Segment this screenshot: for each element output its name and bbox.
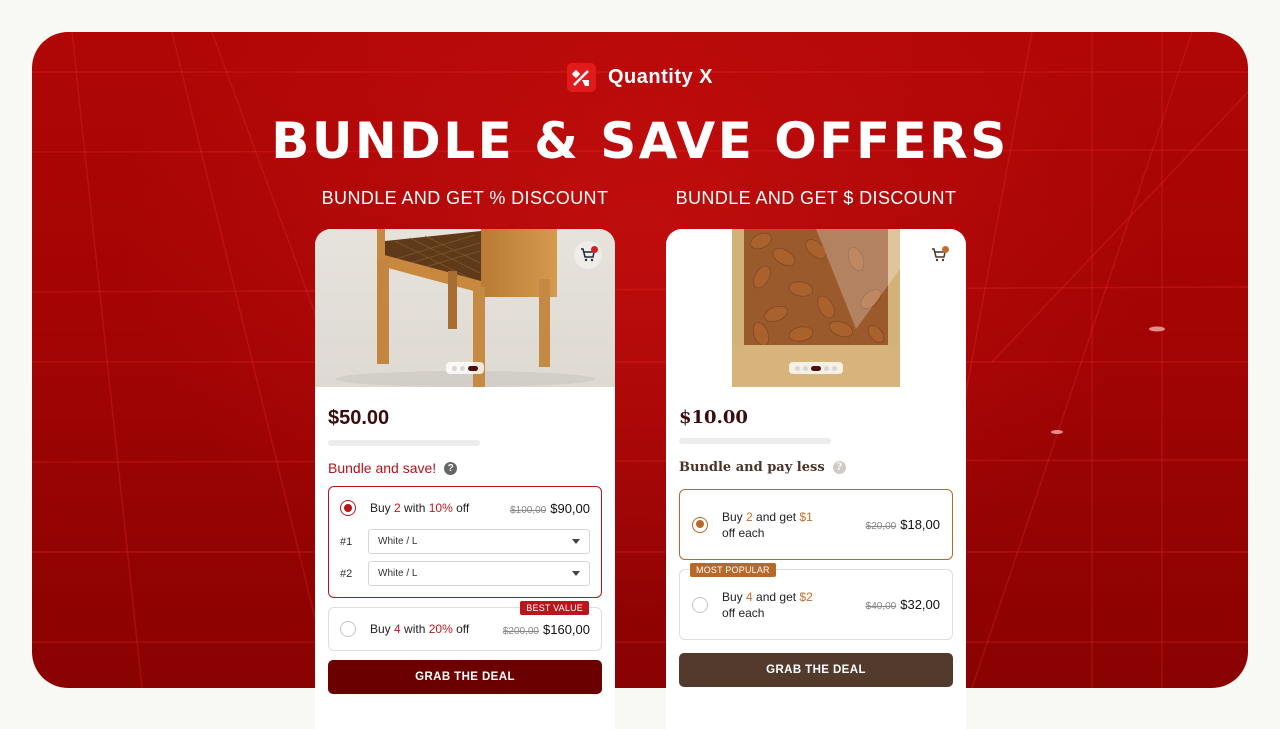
original-price: $20,00 xyxy=(865,521,897,532)
variant-select-2[interactable]: White / L xyxy=(368,561,590,586)
best-value-badge: BEST VALUE xyxy=(520,601,589,615)
cart-notification-dot xyxy=(591,246,598,253)
radio-selected[interactable] xyxy=(340,500,356,516)
placeholder-bar xyxy=(679,438,831,444)
product-price: $10.00 xyxy=(679,407,748,428)
bundle-section-title: Bundle and pay less ? xyxy=(679,460,953,475)
carousel-dot-active[interactable] xyxy=(811,365,821,371)
cart-notification-dot xyxy=(942,246,949,253)
cart-button[interactable] xyxy=(925,241,953,269)
discounted-price: $160,00 xyxy=(543,621,590,637)
variant-row-1: #1 White / L xyxy=(340,529,590,554)
carousel-dot[interactable] xyxy=(832,365,837,371)
option-label: Buy 4 with 20% off xyxy=(370,622,470,636)
carousel-dot[interactable] xyxy=(795,365,800,371)
bundle-section-title: Bundle and save! ? xyxy=(328,460,602,476)
bundle-title-text: Bundle and save! xyxy=(328,460,437,476)
original-price: $40,00 xyxy=(865,601,897,612)
brand-name: Quantity X xyxy=(607,66,713,88)
variant-select-1[interactable]: White / L xyxy=(368,529,590,554)
option-label: Buy 2 with 10% off xyxy=(370,501,470,515)
carousel-dot[interactable] xyxy=(460,365,465,371)
question-icon[interactable]: ? xyxy=(444,461,458,475)
image-carousel-dots[interactable] xyxy=(446,362,484,374)
bundle-option-buy-2[interactable]: Buy 2 and get $1 off each $20,00 $18,00 xyxy=(679,489,953,560)
carousel-dot[interactable] xyxy=(803,365,808,371)
bundle-option-buy-4[interactable]: MOST POPULAR Buy 4 and get $2 off each $… xyxy=(679,563,953,640)
discounted-price: $90,00 xyxy=(550,500,590,516)
product-price: $50.00 xyxy=(328,407,390,429)
percent-discount-subtitle: BUNDLE AND GET % DISCOUNT xyxy=(321,188,609,208)
original-price: $100,00 xyxy=(510,504,547,516)
discounted-price: $32,00 xyxy=(900,597,940,612)
variant-index: #2 xyxy=(340,567,353,580)
placeholder-bar xyxy=(328,440,480,446)
option-label: Buy 4 and get $2 off each xyxy=(722,589,813,620)
carousel-dot[interactable] xyxy=(824,365,829,371)
product-image-side-table xyxy=(315,229,615,387)
percent-discount-widget: $50.00 Bundle and save! ? Buy 2 with 10%… xyxy=(315,229,615,729)
brand: Quantity X xyxy=(0,63,1280,92)
discounted-price: $18,00 xyxy=(900,517,940,532)
grab-the-deal-button[interactable]: GRAB THE DEAL xyxy=(328,660,602,694)
option-label: Buy 2 and get $1 off each xyxy=(722,509,813,540)
carousel-dot-active[interactable] xyxy=(468,365,478,371)
bundle-title-text: Bundle and pay less xyxy=(679,460,825,475)
carousel-dot[interactable] xyxy=(452,365,457,371)
percent-tag-icon xyxy=(566,63,596,92)
original-price: $200,00 xyxy=(502,625,539,637)
chevron-down-icon xyxy=(572,571,580,576)
radio-selected[interactable] xyxy=(692,516,708,533)
radio-unselected[interactable] xyxy=(340,621,356,637)
bundle-option-buy-2[interactable]: Buy 2 with 10% off $100,00 $90,00 #1 Whi… xyxy=(328,486,602,598)
cart-button[interactable] xyxy=(574,241,602,269)
bundle-option-buy-4[interactable]: BEST VALUE Buy 4 with 20% off $200,00 $1… xyxy=(328,601,602,651)
page-headline: BUNDLE & SAVE OFFERS xyxy=(271,112,1009,170)
chevron-down-icon xyxy=(572,539,580,544)
most-popular-badge: MOST POPULAR xyxy=(690,563,776,577)
variant-row-2: #2 White / L xyxy=(340,561,590,586)
image-carousel-dots[interactable] xyxy=(789,362,843,374)
grab-the-deal-button[interactable]: GRAB THE DEAL xyxy=(679,653,953,687)
variant-index: #1 xyxy=(340,535,353,548)
stage: Quantity X BUNDLE & SAVE OFFERS BUNDLE A… xyxy=(0,0,1280,729)
dollar-discount-widget: $10.00 Bundle and pay less ? Buy 2 and g… xyxy=(666,229,966,729)
dollar-discount-subtitle: BUNDLE AND GET $ DISCOUNT xyxy=(675,188,957,208)
question-icon[interactable]: ? xyxy=(832,461,846,474)
product-image-almonds xyxy=(666,229,966,387)
radio-unselected[interactable] xyxy=(692,596,708,613)
